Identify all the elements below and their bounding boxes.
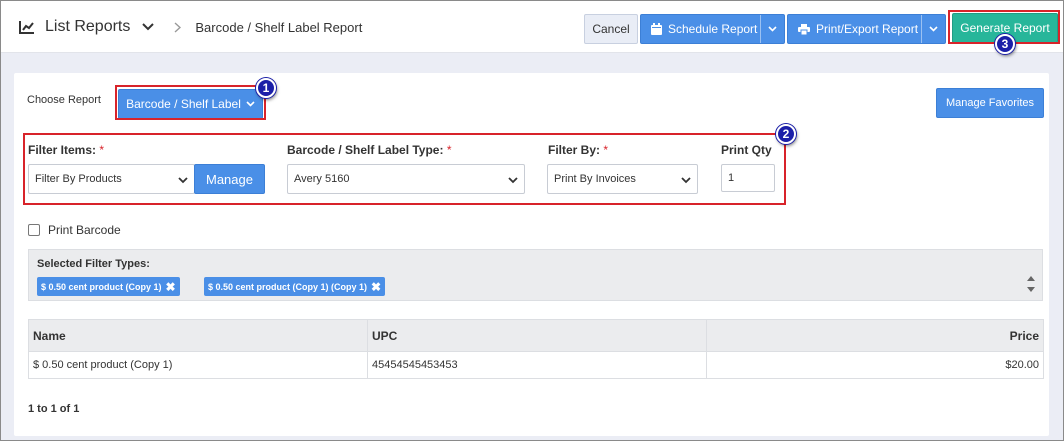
print-barcode-row[interactable]: Print Barcode [28,223,121,237]
calendar-icon [651,23,662,35]
callout-badge-2: 2 [776,124,796,144]
required-marker: * [446,143,452,157]
column-header-name[interactable]: Name [28,319,368,352]
label-type-label: Barcode / Shelf Label Type: * [287,143,452,157]
chevron-right-icon [174,21,182,33]
manage-button[interactable]: Manage [194,164,265,194]
print-barcode-checkbox[interactable] [28,224,40,236]
cell-name: $ 0.50 cent product (Copy 1) [28,351,368,379]
filter-tag: $ 0.50 cent product (Copy 1) (Copy 1) ✖ [204,277,386,296]
selected-filters-box: Selected Filter Types: $ 0.50 cent produ… [28,249,1043,301]
print-qty-label: Print Qty [721,143,772,157]
page-title: List Reports [45,18,131,35]
schedule-dropdown-chevron-icon[interactable] [760,15,784,43]
filter-items-label: Filter Items: * [28,143,104,157]
header-left: List Reports Barcode / Shelf Label Repor… [19,1,362,53]
filter-by-value: Print By Invoices [554,173,636,185]
chevron-down-icon [508,175,518,187]
pagination-summary: 1 to 1 of 1 [28,403,80,415]
chart-line-icon [19,20,35,34]
column-header-upc[interactable]: UPC [367,319,707,352]
schedule-report-button[interactable]: Schedule Report [640,14,785,44]
table-row[interactable]: $ 0.50 cent product (Copy 1) 45454545453… [28,351,1044,379]
choose-report-label: Choose Report [27,94,101,106]
filter-items-label-text: Filter Items: [28,143,97,157]
chevron-down-icon [681,175,691,187]
callout-badge-1: 1 [256,78,276,98]
label-type-value: Avery 5160 [294,173,350,185]
chevron-down-icon [178,175,188,187]
filter-items-select[interactable]: Filter By Products [28,164,195,194]
close-icon[interactable]: ✖ [371,281,381,293]
required-marker: * [99,143,105,157]
filter-tag-label: $ 0.50 cent product (Copy 1) [41,281,162,292]
top-bar: List Reports Barcode / Shelf Label Repor… [1,1,1063,53]
filter-tag: $ 0.50 cent product (Copy 1) ✖ [37,277,180,296]
scroll-arrows-icon[interactable] [1024,272,1038,296]
chevron-down-icon[interactable] [142,23,155,31]
column-header-price[interactable]: Price [706,319,1044,352]
printer-icon [798,23,810,35]
selected-filters-title: Selected Filter Types: [37,258,150,270]
filter-by-label-text: Filter By: [548,143,601,157]
filter-by-select[interactable]: Print By Invoices [547,164,698,194]
report-panel: Choose Report Barcode / Shelf Label 1 Ma… [14,73,1049,436]
manage-favorites-button[interactable]: Manage Favorites [936,88,1044,118]
report-table: Name UPC Price $ 0.50 cent product (Copy… [28,319,1044,379]
print-qty-input[interactable]: 1 [721,164,775,192]
callout-badge-3: 3 [995,34,1015,54]
print-barcode-label: Print Barcode [48,223,121,237]
print-dropdown-chevron-icon[interactable] [921,15,945,43]
label-type-select[interactable]: Avery 5160 [287,164,525,194]
cell-upc: 45454545453453 [367,351,707,379]
schedule-report-label: Schedule Report [668,22,758,36]
report-select-button[interactable]: Barcode / Shelf Label [118,89,263,119]
cell-price: $20.00 [706,351,1044,379]
table-header-row: Name UPC Price [28,319,1044,352]
required-marker: * [603,143,609,157]
breadcrumb: Barcode / Shelf Label Report [195,19,363,35]
print-export-button[interactable]: Print/Export Report [787,14,946,44]
print-export-label: Print/Export Report [816,22,919,36]
chevron-down-icon [246,101,255,107]
filter-items-value: Filter By Products [35,173,122,185]
filter-tag-label: $ 0.50 cent product (Copy 1) (Copy 1) [208,281,368,292]
label-type-label-text: Barcode / Shelf Label Type: [287,143,444,157]
report-select-label: Barcode / Shelf Label [126,97,241,111]
close-icon[interactable]: ✖ [166,281,176,293]
cancel-button[interactable]: Cancel [584,14,638,44]
filter-by-label: Filter By: * [548,143,608,157]
